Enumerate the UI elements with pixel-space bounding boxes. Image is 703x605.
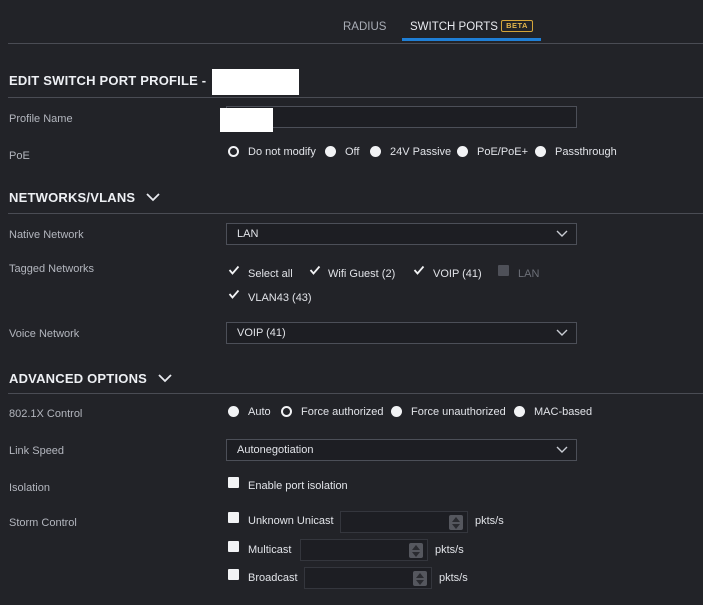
unknown-unicast-spinner[interactable] <box>449 515 463 530</box>
poe-option-poe[interactable]: PoE/PoE+ <box>477 146 528 158</box>
chevron-down-icon <box>556 446 568 453</box>
advanced-divider <box>8 393 703 394</box>
poe-option-off[interactable]: Off <box>345 146 359 158</box>
arrow-down-icon[interactable] <box>416 580 424 585</box>
storm-option-broadcast[interactable]: Broadcast <box>248 572 298 584</box>
poe-radio-passthrough[interactable] <box>535 146 546 157</box>
poe-option-passthrough[interactable]: Passthrough <box>555 146 617 158</box>
dot1x-option-mac-based[interactable]: MAC-based <box>534 406 592 418</box>
check-icon <box>309 265 321 275</box>
poe-radio-do-not-modify[interactable] <box>228 146 239 157</box>
tagged-networks-label: Tagged Networks <box>9 263 94 275</box>
profile-name-input[interactable] <box>226 106 577 128</box>
page-title: EDIT SWITCH PORT PROFILE - <box>9 73 207 88</box>
dot1x-option-force-authorized[interactable]: Force authorized <box>301 406 384 418</box>
tagged-option-voip[interactable]: VOIP (41) <box>433 268 482 280</box>
dot1x-option-force-unauthorized[interactable]: Force unauthorized <box>411 406 506 418</box>
title-divider <box>8 97 703 98</box>
redacted-profile-name <box>220 108 273 132</box>
beta-badge: BETA <box>501 20 533 32</box>
tab-radius[interactable]: RADIUS <box>343 21 386 33</box>
checkbox-multicast[interactable] <box>228 541 239 552</box>
checkbox-port-isolation[interactable] <box>228 477 239 488</box>
dot1x-option-auto[interactable]: Auto <box>248 406 271 418</box>
dot1x-radio-force-unauthorized[interactable] <box>391 406 402 417</box>
poe-radio-off[interactable] <box>325 146 336 157</box>
redacted-profile-title <box>212 69 299 95</box>
multicast-rate-input[interactable] <box>300 539 428 561</box>
check-icon <box>228 265 240 275</box>
checkbox-wifi-guest[interactable] <box>309 265 321 276</box>
tagged-option-select-all[interactable]: Select all <box>248 268 293 280</box>
arrow-up-icon[interactable] <box>452 517 460 522</box>
link-speed-value: Autonegotiation <box>237 444 314 456</box>
dot1x-radio-auto[interactable] <box>228 406 239 417</box>
checkbox-vlan43[interactable] <box>228 289 240 300</box>
check-icon <box>228 289 240 299</box>
poe-option-24v-passive[interactable]: 24V Passive <box>390 146 451 158</box>
checkbox-voip[interactable] <box>413 265 425 276</box>
advanced-chevron-down-icon[interactable] <box>158 374 172 383</box>
check-icon <box>413 265 425 275</box>
link-speed-select[interactable]: Autonegotiation <box>226 439 577 461</box>
profile-name-label: Profile Name <box>9 113 73 125</box>
arrow-down-icon[interactable] <box>412 552 420 557</box>
poe-label: PoE <box>9 150 30 162</box>
tagged-option-lan: LAN <box>518 268 540 280</box>
tab-switch-ports[interactable]: SWITCH PORTS <box>410 21 498 33</box>
tagged-option-wifi-guest[interactable]: Wifi Guest (2) <box>328 268 395 280</box>
checkbox-broadcast[interactable] <box>228 569 239 580</box>
isolation-option-label[interactable]: Enable port isolation <box>248 480 348 492</box>
networks-section-title[interactable]: NETWORKS/VLANS <box>9 190 135 205</box>
multicast-spinner[interactable] <box>409 543 423 558</box>
advanced-section-title[interactable]: ADVANCED OPTIONS <box>9 371 147 386</box>
arrow-down-icon[interactable] <box>452 524 460 529</box>
multicast-unit: pkts/s <box>435 544 464 556</box>
active-tab-indicator <box>402 38 541 41</box>
checkbox-lan <box>498 265 509 276</box>
arrow-up-icon[interactable] <box>412 545 420 550</box>
voice-network-select[interactable]: VOIP (41) <box>226 322 577 344</box>
poe-option-do-not-modify[interactable]: Do not modify <box>248 146 316 158</box>
networks-divider <box>8 213 703 214</box>
chevron-down-icon <box>556 230 568 237</box>
checkbox-unknown-unicast[interactable] <box>228 512 239 523</box>
native-network-select[interactable]: LAN <box>226 223 577 245</box>
voice-network-label: Voice Network <box>9 328 80 340</box>
unknown-unicast-unit: pkts/s <box>475 515 504 527</box>
checkbox-select-all[interactable] <box>228 265 240 276</box>
storm-option-multicast[interactable]: Multicast <box>248 544 291 556</box>
broadcast-unit: pkts/s <box>439 572 468 584</box>
broadcast-rate-input[interactable] <box>304 567 432 589</box>
dot1x-radio-mac-based[interactable] <box>514 406 525 417</box>
link-speed-label: Link Speed <box>9 445 65 457</box>
unknown-unicast-rate-input[interactable] <box>340 511 468 533</box>
poe-radio-poe[interactable] <box>457 146 468 157</box>
networks-chevron-down-icon[interactable] <box>146 193 160 202</box>
dot1x-label: 802.1X Control <box>9 408 83 420</box>
poe-radio-24v-passive[interactable] <box>370 146 381 157</box>
tabs-divider <box>8 43 703 44</box>
broadcast-spinner[interactable] <box>413 571 427 586</box>
storm-control-label: Storm Control <box>9 517 77 529</box>
native-network-label: Native Network <box>9 229 84 241</box>
arrow-up-icon[interactable] <box>416 573 424 578</box>
chevron-down-icon <box>556 329 568 336</box>
dot1x-radio-force-authorized[interactable] <box>281 406 292 417</box>
voice-network-value: VOIP (41) <box>237 327 286 339</box>
native-network-value: LAN <box>237 228 259 240</box>
storm-option-unknown-unicast[interactable]: Unknown Unicast <box>248 515 334 527</box>
isolation-label: Isolation <box>9 482 50 494</box>
tagged-option-vlan43[interactable]: VLAN43 (43) <box>248 292 312 304</box>
